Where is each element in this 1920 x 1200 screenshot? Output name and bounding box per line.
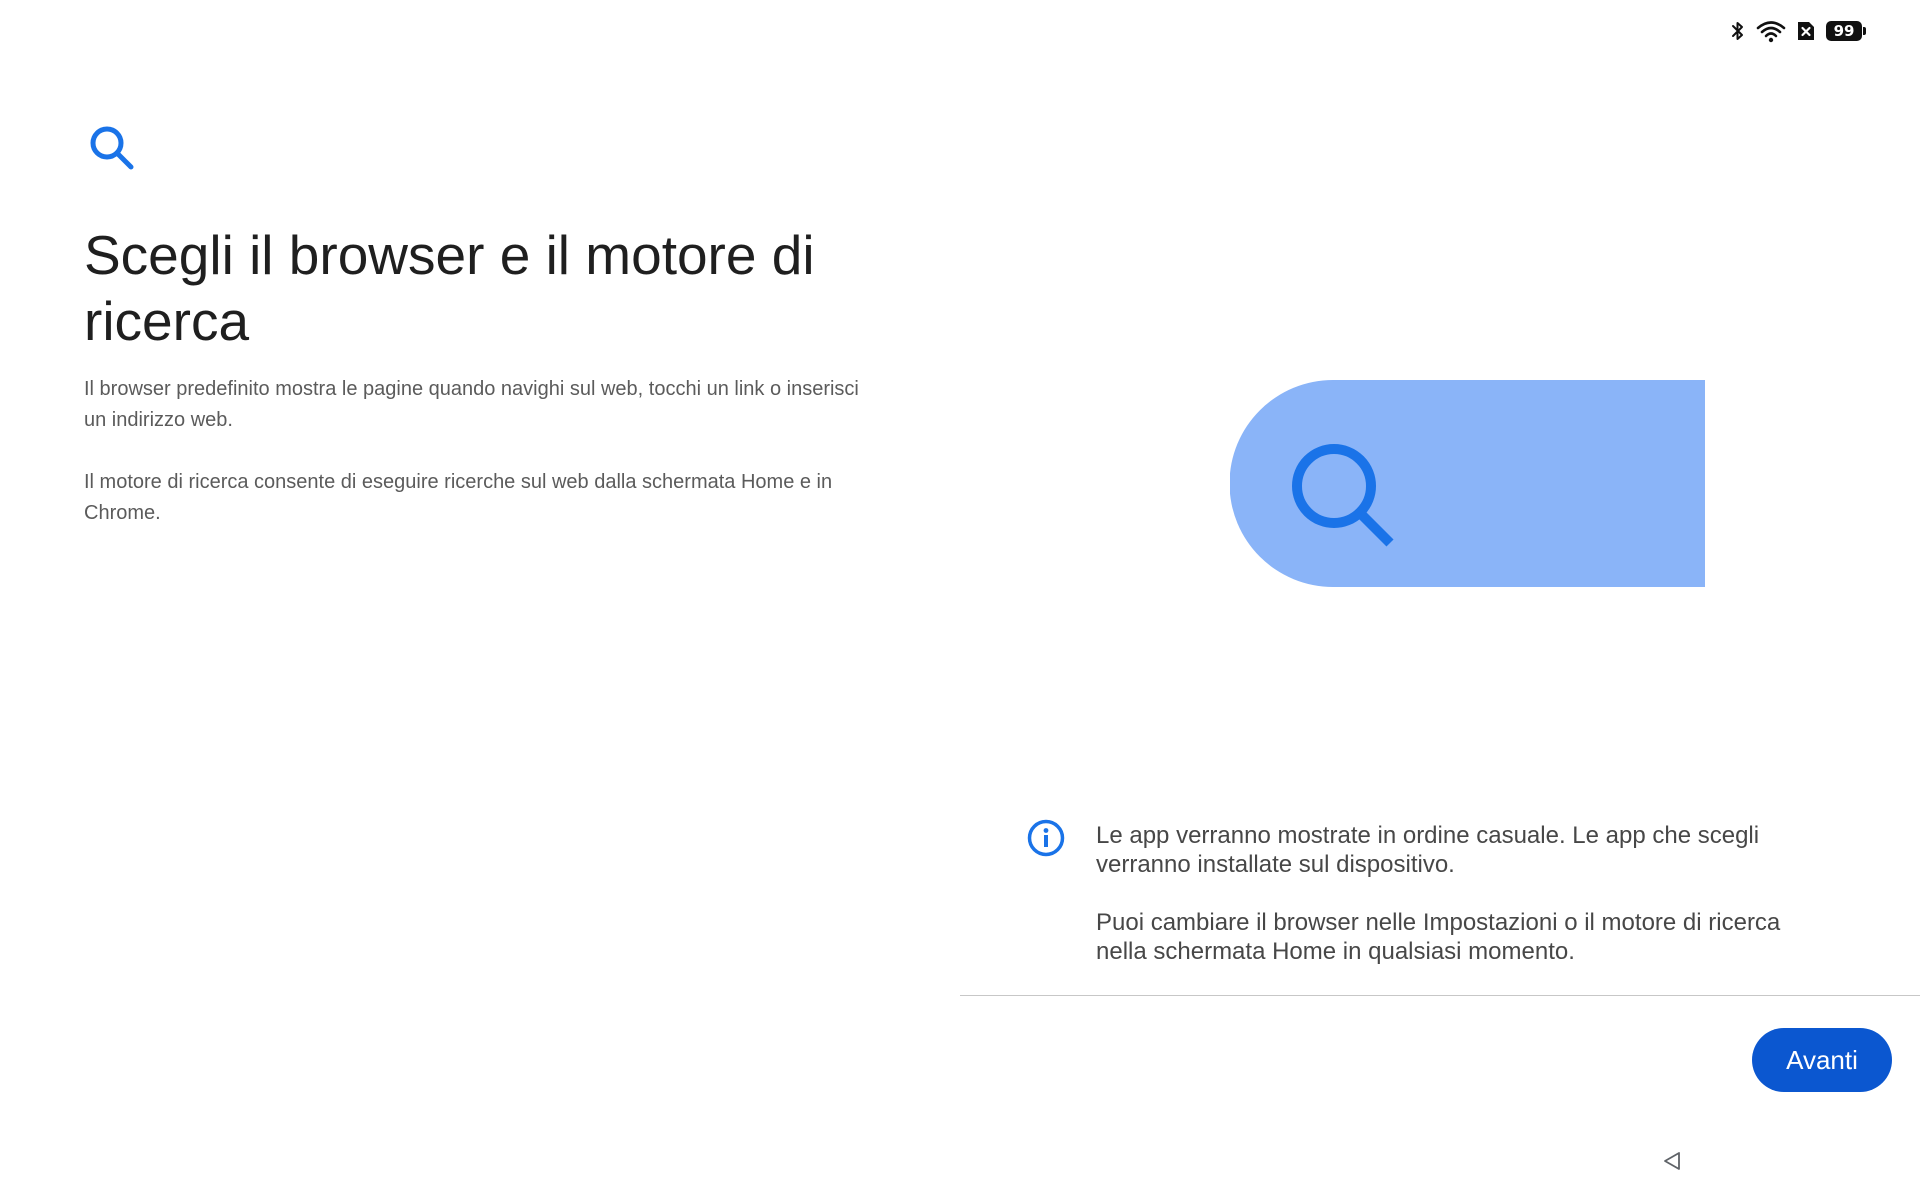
search-engine-description: Il motore di ricerca consente di eseguir…: [84, 471, 833, 524]
notice-random-order: Le app verranno mostrate in ordine casua…: [1096, 822, 1760, 878]
page-title: Scegli il browser e il motore di ricerca: [84, 224, 815, 352]
info-icon: [1026, 818, 1066, 858]
bluetooth-icon: [1730, 19, 1746, 43]
battery-indicator: 99: [1826, 21, 1866, 41]
status-bar: 99: [1730, 18, 1866, 44]
search-icon: [88, 124, 136, 172]
search-bar-illustration: [1229, 380, 1705, 587]
next-button[interactable]: Avanti: [1752, 1028, 1892, 1092]
browser-description: Il browser predefinito mostra le pagine …: [84, 378, 859, 431]
no-sim-icon: [1796, 19, 1816, 43]
wifi-icon: [1756, 19, 1786, 43]
notice-change-settings: Puoi cambiare il browser nelle Impostazi…: [1096, 909, 1781, 965]
browser-choice-screen: 99 Scegli il browser e il motore di rice…: [0, 0, 1920, 1200]
back-triangle-icon[interactable]: [1660, 1149, 1684, 1173]
footer-divider: [960, 995, 1920, 996]
battery-level: 99: [1833, 22, 1855, 40]
